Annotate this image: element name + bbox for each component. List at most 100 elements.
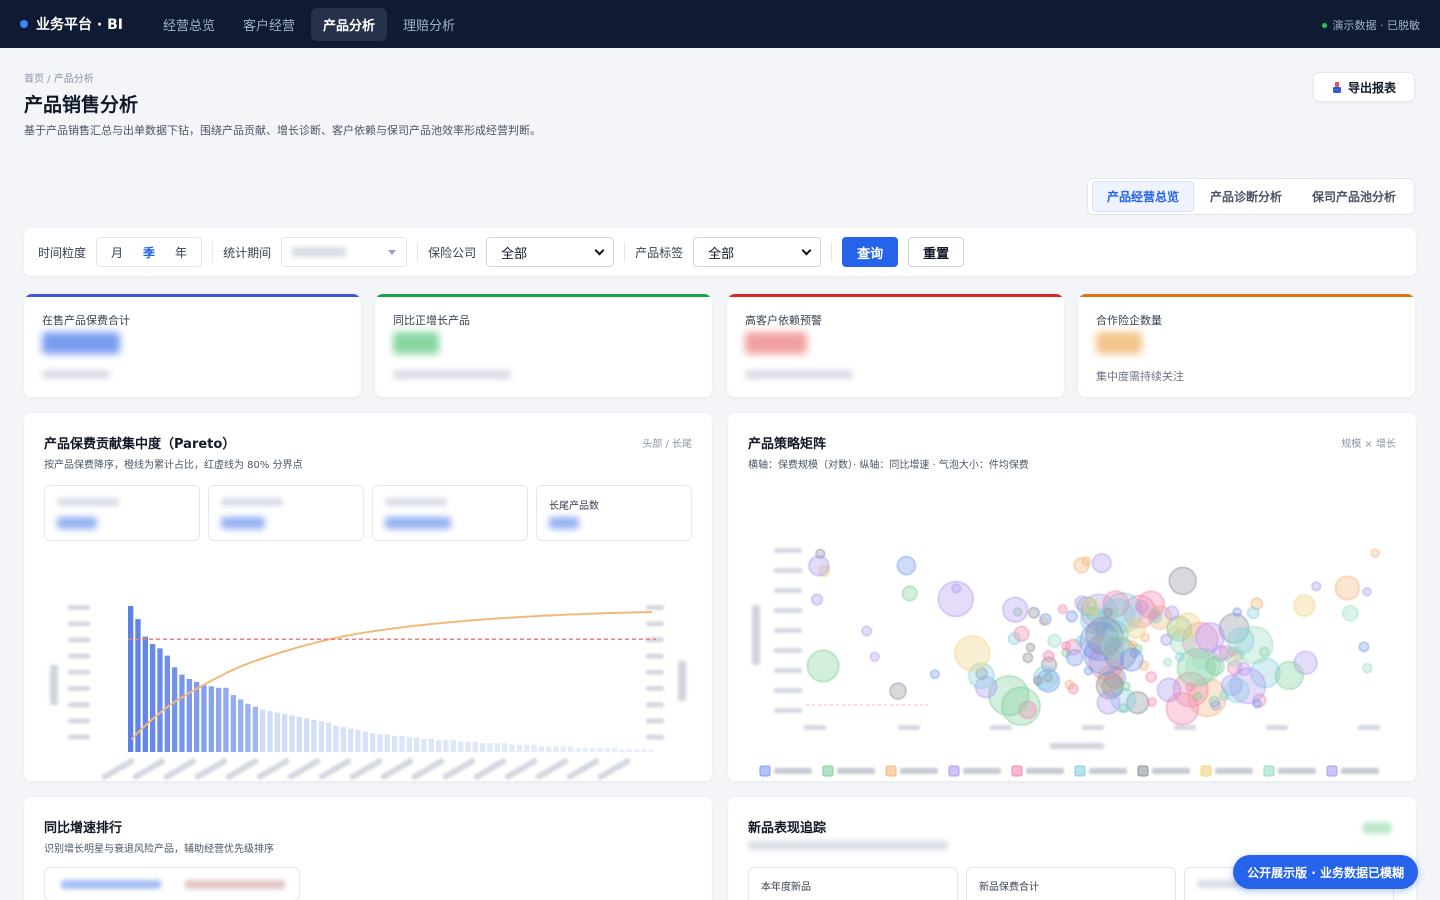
pareto-bar bbox=[560, 746, 566, 752]
pareto-bar bbox=[648, 749, 654, 752]
granularity-quarter[interactable]: 季 bbox=[133, 244, 165, 261]
tab-product-diagnosis[interactable]: 产品诊断分析 bbox=[1196, 182, 1296, 211]
bubble-point bbox=[1067, 683, 1079, 695]
breadcrumb[interactable]: 首页 / 产品分析 bbox=[24, 70, 94, 85]
y2-tick-label-blurred bbox=[646, 686, 664, 691]
pareto-bar bbox=[208, 686, 214, 752]
insurer-select[interactable]: 全部 bbox=[486, 237, 615, 267]
pareto-bar bbox=[619, 749, 625, 752]
x-tick-label-blurred bbox=[1082, 725, 1104, 730]
growth-title: 同比增速排行 bbox=[44, 821, 123, 836]
bubble-point bbox=[951, 583, 962, 594]
pareto-bar bbox=[252, 706, 258, 752]
toggle-option-blurred[interactable] bbox=[185, 880, 285, 889]
product-tag-select[interactable]: 全部 bbox=[693, 237, 822, 267]
bubble-point bbox=[1083, 666, 1094, 676]
bubble-point bbox=[1061, 641, 1071, 651]
page-title: 产品销售分析 bbox=[24, 94, 139, 116]
nav-item-customer[interactable]: 客户经营 bbox=[231, 8, 307, 41]
nav-item-claims[interactable]: 理赔分析 bbox=[391, 8, 467, 41]
bubble-point bbox=[1370, 548, 1380, 558]
bubble-point bbox=[1066, 649, 1084, 667]
export-report-button[interactable]: 导出报表 bbox=[1313, 72, 1415, 102]
tab-insurer-pool[interactable]: 保司产品池分析 bbox=[1298, 182, 1410, 211]
x-tick-label-blurred bbox=[287, 758, 321, 780]
pareto-bar bbox=[399, 735, 405, 752]
page-body: 首页 / 产品分析 产品销售分析 基于产品销售汇总与出单数据下钻，围绕产品贡献、… bbox=[0, 48, 1440, 900]
legend-swatch bbox=[1200, 765, 1212, 777]
x-tick-label-blurred bbox=[442, 758, 476, 780]
pareto-bar bbox=[509, 744, 515, 752]
toggle-option-blurred[interactable] bbox=[61, 880, 161, 889]
brand[interactable]: 业务平台 · BI bbox=[20, 14, 123, 34]
mini-label: 新品保费合计 bbox=[979, 882, 1039, 893]
tab-product-overview[interactable]: 产品经营总览 bbox=[1091, 181, 1194, 212]
reset-button[interactable]: 重置 bbox=[908, 237, 965, 267]
x-axis-title-blurred bbox=[1050, 743, 1104, 749]
pareto-bar bbox=[465, 741, 471, 752]
y-tick-label-blurred bbox=[774, 668, 802, 673]
bubble-point bbox=[1311, 581, 1322, 592]
y2-tick-label-blurred bbox=[646, 605, 664, 610]
pareto-bar bbox=[487, 743, 493, 752]
growth-toggle[interactable] bbox=[44, 867, 300, 900]
mini-label: 本年度新品 bbox=[761, 882, 811, 893]
pareto-bar bbox=[318, 721, 324, 752]
matrix-legend bbox=[759, 765, 1379, 777]
pareto-bar bbox=[194, 681, 200, 752]
bubble-point bbox=[1252, 699, 1262, 709]
pareto-bar bbox=[516, 744, 522, 752]
x-tick-label-blurred bbox=[504, 758, 538, 780]
pareto-bar bbox=[348, 728, 354, 752]
matrix-panel: 产品策略矩阵 横轴：保费规模（对数）· 纵轴：同比增速 · 气泡大小：件均保费 … bbox=[728, 413, 1416, 781]
x-tick-label-blurred bbox=[804, 725, 826, 730]
bubble-point bbox=[901, 585, 918, 602]
pareto-bar bbox=[450, 740, 456, 752]
pareto-bar bbox=[546, 746, 552, 752]
legend-label-blurred bbox=[963, 768, 1001, 774]
y-tick-label-blurred bbox=[774, 588, 802, 593]
pareto-bar bbox=[128, 606, 134, 752]
pareto-bar bbox=[304, 718, 310, 752]
pareto-bar bbox=[289, 715, 295, 752]
kpi-card-premium: 在售产品保费合计 bbox=[24, 294, 361, 397]
kpi-accent-bar bbox=[375, 294, 712, 297]
kpi-value-blurred bbox=[1096, 332, 1142, 354]
kpi-label: 高客户依赖预警 bbox=[745, 314, 822, 327]
granularity-month[interactable]: 月 bbox=[101, 244, 133, 261]
pareto-bar bbox=[201, 684, 207, 752]
public-version-badge[interactable]: 公开展示版 · 业务数据已模糊 bbox=[1233, 855, 1418, 889]
legend-label-blurred bbox=[1278, 768, 1316, 774]
pareto-bar bbox=[296, 717, 302, 752]
kpi-card-growth: 同比正增长产品 bbox=[375, 294, 712, 397]
period-select[interactable] bbox=[281, 237, 408, 267]
demo-data-flag: 演示数据 · 已脱敏 bbox=[1321, 17, 1421, 33]
legend-label-blurred bbox=[1341, 768, 1379, 774]
pareto-bar bbox=[355, 730, 361, 752]
y-tick-label-blurred bbox=[68, 702, 90, 708]
bubble-point bbox=[1065, 610, 1078, 623]
bubble-point bbox=[1125, 618, 1147, 639]
top-navbar: 业务平台 · BI 经营总览 客户经营 产品分析 理赔分析 演示数据 · 已脱敏 bbox=[0, 0, 1440, 48]
bubble-point bbox=[896, 556, 916, 576]
product-tag-label: 产品标签 bbox=[635, 245, 684, 260]
bubble-point bbox=[1145, 671, 1157, 683]
nav-item-overview[interactable]: 经营总览 bbox=[151, 8, 227, 41]
demo-flag-label: 演示数据 · 已脱敏 bbox=[1332, 19, 1421, 32]
pareto-bar bbox=[216, 687, 222, 752]
granularity-year[interactable]: 年 bbox=[165, 244, 197, 261]
export-icon bbox=[1332, 81, 1342, 93]
y-axis-title-blurred bbox=[50, 665, 58, 705]
granularity-segmented: 月 季 年 bbox=[96, 237, 203, 267]
kpi-label: 合作险企数量 bbox=[1096, 314, 1162, 327]
pareto-bar bbox=[157, 648, 163, 752]
y-tick-label-blurred bbox=[68, 621, 90, 627]
bubble-point bbox=[1047, 633, 1062, 648]
query-button[interactable]: 查询 bbox=[842, 237, 899, 267]
newprod-title: 新品表现追踪 bbox=[748, 821, 827, 836]
growth-subtitle: 识别增长明星与衰退风险产品，辅助经营优先级排序 bbox=[44, 844, 274, 855]
pareto-bar bbox=[538, 746, 544, 752]
y-tick-label-blurred bbox=[774, 608, 802, 613]
export-label: 导出报表 bbox=[1347, 80, 1396, 95]
nav-item-product[interactable]: 产品分析 bbox=[310, 7, 387, 41]
